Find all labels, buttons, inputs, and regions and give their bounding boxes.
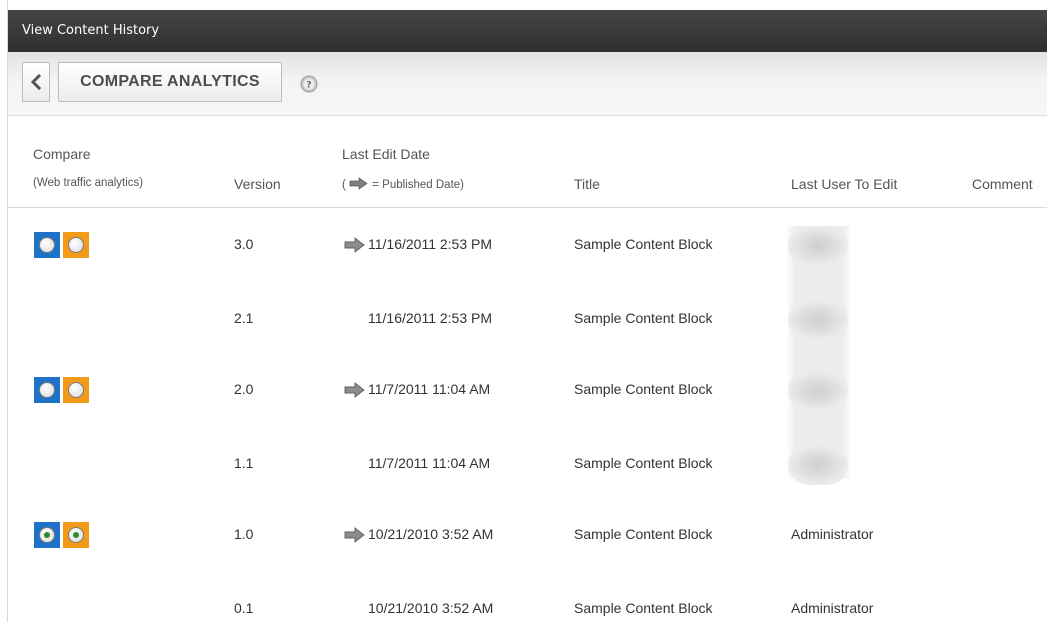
radio-icon	[39, 527, 55, 543]
version-cell[interactable]: 2.1	[234, 310, 253, 326]
arrow-right-icon	[344, 382, 365, 398]
column-header-compare-sub: (Web traffic analytics)	[33, 177, 144, 189]
compare-radio-pair	[34, 522, 89, 548]
title-cell[interactable]: Sample Content Block	[574, 236, 713, 252]
legend-open-paren: (	[342, 179, 346, 191]
arrow-right-icon	[349, 177, 368, 190]
title-cell[interactable]: Sample Content Block	[574, 600, 713, 616]
radio-selected-dot	[44, 532, 50, 538]
redacted-user	[788, 226, 848, 266]
title-cell[interactable]: Sample Content Block	[574, 381, 713, 397]
version-cell[interactable]: 1.1	[234, 455, 253, 471]
compare-radio-pair	[34, 377, 89, 403]
legend-published-text: = Published Date)	[372, 179, 464, 191]
arrow-right-icon	[344, 527, 365, 543]
column-header-last-user[interactable]: Last User To Edit	[791, 176, 897, 192]
date-cell: 10/21/2010 3:52 AM	[368, 600, 494, 616]
content-history-window: View Content History COMPARE ANALYTICS ?…	[0, 0, 1047, 622]
radio-selected-dot	[73, 532, 79, 538]
compare-radio-left[interactable]	[34, 377, 60, 403]
compare-radio-right[interactable]	[63, 522, 89, 548]
date-cell: 11/16/2011 2:53 PM	[368, 236, 493, 252]
title-cell[interactable]: Sample Content Block	[574, 455, 713, 471]
user-cell: Administrator	[791, 526, 874, 542]
arrow-right-icon	[344, 237, 365, 253]
window-title: View Content History	[22, 23, 160, 38]
compare-radio-left[interactable]	[34, 232, 60, 258]
version-cell[interactable]: 2.0	[234, 381, 253, 397]
user-cell: Administrator	[791, 600, 874, 616]
date-cell: 11/7/2011 11:04 AM	[368, 381, 491, 397]
compare-radio-right[interactable]	[63, 232, 89, 258]
date-cell: 11/16/2011 2:53 PM	[368, 310, 493, 326]
version-cell[interactable]: 3.0	[234, 236, 253, 252]
redacted-user	[788, 300, 848, 340]
version-cell[interactable]: 1.0	[234, 526, 253, 542]
compare-analytics-label: COMPARE ANALYTICS	[80, 73, 260, 90]
radio-icon	[68, 237, 84, 253]
window-title-bar: View Content History	[8, 10, 1047, 52]
compare-radio-left[interactable]	[34, 522, 60, 548]
radio-icon	[68, 382, 84, 398]
svg-text:?: ?	[306, 81, 311, 91]
chevron-left-icon	[30, 74, 42, 90]
title-cell[interactable]: Sample Content Block	[574, 310, 713, 326]
left-border	[0, 0, 8, 622]
column-header-last-edit-date[interactable]: Last Edit Date	[342, 146, 430, 162]
redacted-user	[788, 371, 848, 411]
column-header-version[interactable]: Version	[234, 176, 281, 192]
compare-radio-pair	[34, 232, 89, 258]
version-cell[interactable]: 0.1	[234, 600, 253, 616]
title-cell[interactable]: Sample Content Block	[574, 526, 713, 542]
help-icon[interactable]: ?	[300, 75, 318, 93]
toolbar: COMPARE ANALYTICS ?	[8, 52, 1047, 116]
back-button[interactable]	[22, 62, 50, 102]
header-divider	[8, 207, 1047, 208]
published-date-legend: ( = Published Date)	[342, 177, 464, 191]
redacted-user	[788, 445, 848, 485]
column-header-comment[interactable]: Comment	[972, 176, 1033, 192]
column-header-compare: Compare	[33, 146, 91, 162]
radio-icon	[68, 527, 84, 543]
compare-radio-right[interactable]	[63, 377, 89, 403]
compare-analytics-button[interactable]: COMPARE ANALYTICS	[58, 62, 282, 102]
top-margin	[0, 0, 1047, 10]
radio-icon	[39, 237, 55, 253]
column-header-title[interactable]: Title	[574, 176, 600, 192]
date-cell: 11/7/2011 11:04 AM	[368, 455, 491, 471]
date-cell: 10/21/2010 3:52 AM	[368, 526, 494, 542]
radio-icon	[39, 382, 55, 398]
